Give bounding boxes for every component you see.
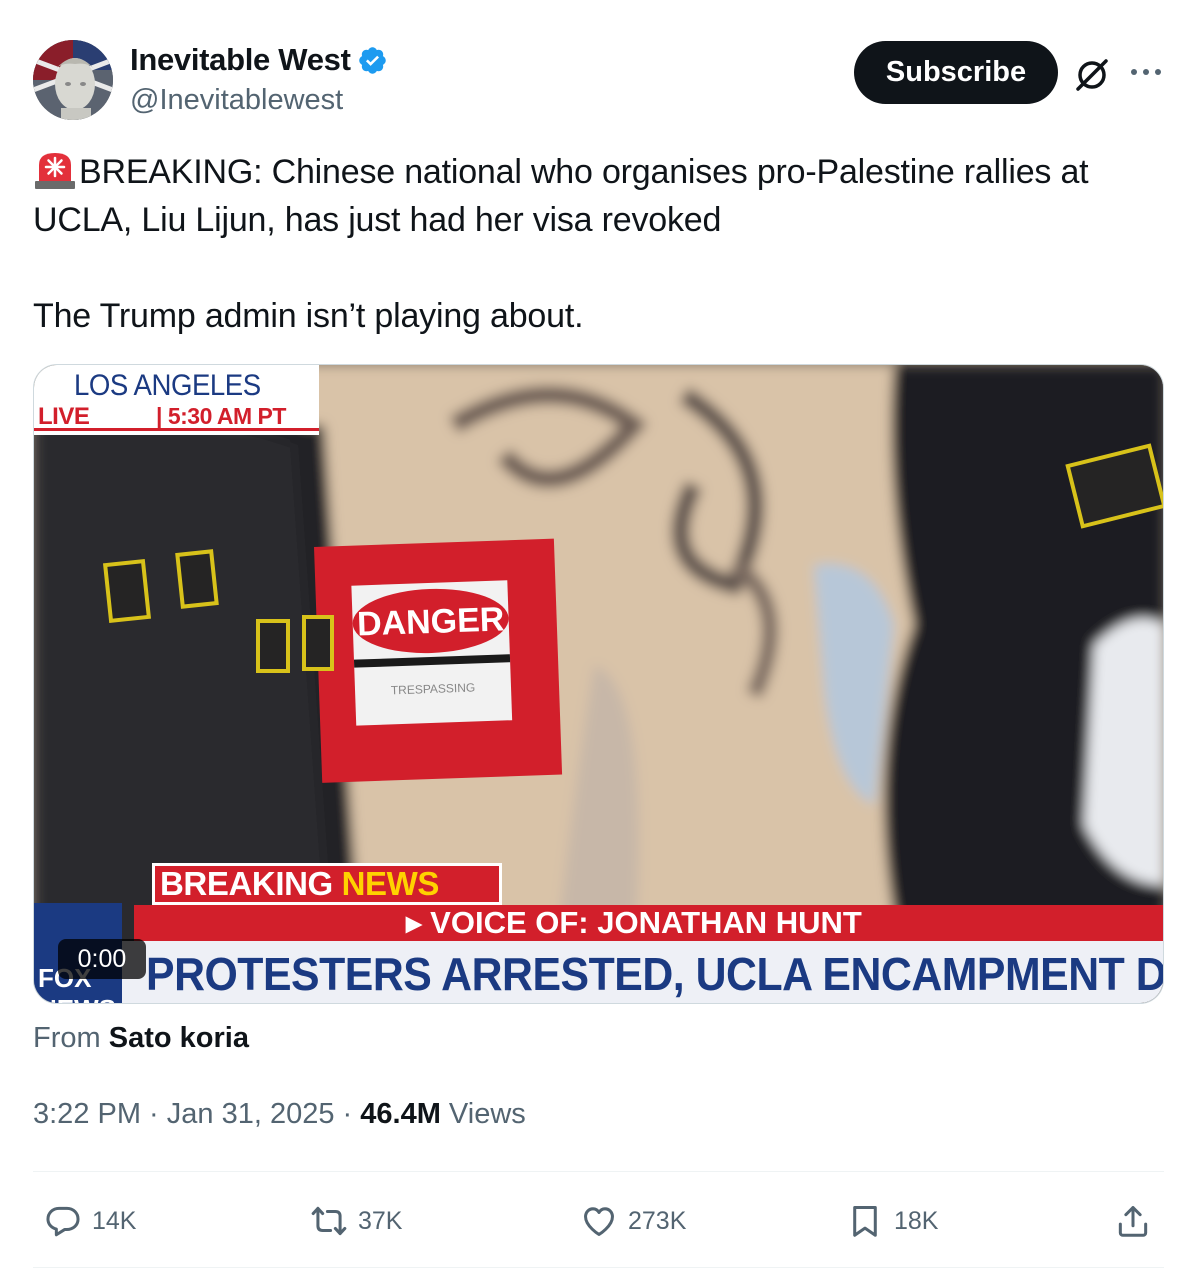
tweet-date[interactable]: Jan 31, 2025 [167, 1098, 335, 1130]
bookmark-count: 18K [894, 1206, 939, 1235]
breaking-word: BREAKING [160, 865, 333, 902]
verified-badge-icon [358, 46, 386, 74]
views-count: 46.4M [360, 1098, 441, 1130]
news-ticker-text: PROTESTERS ARRESTED, UCLA ENCAMPMENT DIS… [146, 948, 1164, 1000]
share-button[interactable] [1114, 1200, 1162, 1242]
repost-button[interactable]: 37K [310, 1200, 402, 1242]
meta-separator: · [141, 1098, 167, 1130]
reply-icon [46, 1206, 80, 1237]
breaking-news-label: BREAKING NEWS [160, 865, 439, 903]
heart-icon [584, 1207, 614, 1236]
siren-emoji [35, 153, 75, 189]
bookmark-icon [853, 1206, 877, 1237]
author-handle[interactable]: @Inevitablewest [130, 84, 343, 117]
source-account-link[interactable]: Sato koria [109, 1022, 249, 1054]
author-name[interactable]: Inevitable West [130, 42, 351, 78]
from-label: From [33, 1022, 101, 1054]
news-word: NEWS [341, 865, 440, 902]
source-attribution: From Sato koria [33, 1022, 249, 1055]
subscribe-button[interactable]: Subscribe [854, 41, 1058, 104]
video-timestamp: 0:00 [58, 939, 146, 979]
repost-count: 37K [358, 1206, 403, 1235]
avatar-image [33, 40, 113, 120]
like-button[interactable]: 273K [580, 1200, 686, 1242]
share-icon [1118, 1206, 1148, 1237]
divider [33, 1171, 1164, 1172]
live-label: LIVE [38, 403, 90, 430]
tweet-meta: 3:22 PM · Jan 31, 2025 · 46.4M Views [33, 1098, 526, 1131]
tweet-time[interactable]: 3:22 PM [33, 1098, 141, 1130]
bookmark-button[interactable]: 18K [846, 1200, 938, 1242]
reply-count: 14K [92, 1206, 137, 1235]
author-avatar[interactable] [33, 40, 113, 120]
tweet-text-line2: The Trump admin isn’t playing about. [33, 297, 584, 335]
views-label: Views [440, 1098, 526, 1130]
divider [33, 1267, 1164, 1268]
tweet-text: BREAKING: Chinese national who organises… [33, 148, 1163, 340]
svg-text:TRESPASSING: TRESPASSING [391, 680, 476, 697]
repost-icon [311, 1206, 347, 1236]
reply-button[interactable]: 14K [44, 1200, 136, 1242]
location-city: LOS ANGELES [74, 369, 261, 402]
like-count: 273K [628, 1206, 687, 1235]
more-options-icon[interactable] [1128, 60, 1164, 84]
voice-of-text: ▸ VOICE OF: JONATHAN HUNT [406, 905, 862, 940]
meta-separator: · [334, 1098, 361, 1130]
svg-text:DANGER: DANGER [356, 600, 505, 643]
live-time: | 5:30 AM PT [156, 403, 286, 429]
tweet-text-line1: BREAKING: Chinese national who organises… [33, 153, 1089, 239]
video-player[interactable]: DANGER TRESPASSING LOS ANGELES LIVE | 5:… [33, 364, 1164, 1004]
grok-icon[interactable] [1072, 54, 1112, 94]
